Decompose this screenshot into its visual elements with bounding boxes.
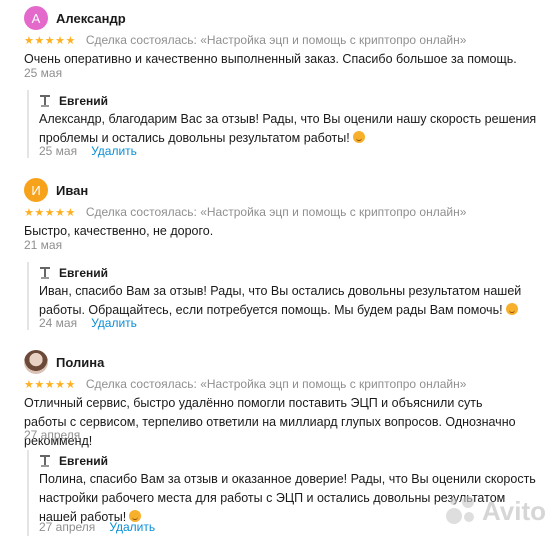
seller-logo-icon	[40, 455, 50, 467]
reply-text: Александр, благодарим Вас за отзыв! Рады…	[39, 110, 539, 148]
deal-status: Сделка состоялась: «Настройка эцп и помо…	[85, 33, 467, 47]
review-text: Очень оперативно и качественно выполненн…	[24, 52, 517, 66]
review-text: Отличный сервис, быстро удалённо помогли…	[24, 396, 516, 448]
review-author[interactable]: Полина	[56, 355, 104, 370]
reply-text: Иван, спасибо Вам за отзыв! Рады, что Вы…	[39, 282, 539, 320]
reply-footer: 27 апреля Удалить	[39, 520, 155, 534]
reply-header: Евгений	[39, 94, 108, 108]
seller-reply: Евгений Иван, спасибо Вам за отзыв! Рады…	[27, 262, 549, 330]
reply-footer: 24 мая Удалить	[39, 316, 137, 330]
watermark-text: Avito	[481, 495, 546, 526]
review-card: И Иван ★★★★★ Сделка состоялась: «Настрой…	[0, 178, 560, 338]
reply-date: 24 мая	[39, 316, 78, 330]
review-date: 25 мая	[24, 66, 63, 80]
reply-author: Евгений	[59, 266, 109, 280]
avatar[interactable]: А	[24, 6, 48, 30]
delete-reply-link[interactable]: Удалить	[91, 316, 137, 330]
seller-reply: Евгений Александр, благодарим Вас за отз…	[27, 90, 549, 158]
review-header: И Иван	[24, 178, 88, 202]
seller-logo-icon	[40, 95, 50, 107]
deal-status: Сделка состоялась: «Настройка эцп и помо…	[85, 377, 467, 391]
rating-stars: ★★★★★	[24, 34, 76, 47]
review-date: 27 апреля	[24, 428, 81, 442]
reply-date: 25 мая	[39, 144, 78, 158]
seller-logo-icon	[40, 267, 50, 279]
avatar[interactable]	[24, 350, 48, 374]
review-meta: ★★★★★ Сделка состоялась: «Настройка эцп …	[24, 204, 466, 220]
delete-reply-link[interactable]: Удалить	[91, 144, 137, 158]
reply-header: Евгений	[39, 266, 108, 280]
reply-text-content: Александр, благодарим Вас за отзыв! Рады…	[39, 112, 537, 145]
review-meta: ★★★★★ Сделка состоялась: «Настройка эцп …	[24, 376, 466, 392]
avatar[interactable]: И	[24, 178, 48, 202]
delete-reply-link[interactable]: Удалить	[109, 520, 155, 534]
reply-text-content: Иван, спасибо Вам за отзыв! Рады, что Вы…	[39, 284, 522, 317]
reply-header: Евгений	[39, 454, 108, 468]
reply-author: Евгений	[59, 94, 109, 108]
reply-footer: 25 мая Удалить	[39, 144, 137, 158]
smile-emoji-icon	[505, 303, 518, 315]
rating-stars: ★★★★★	[24, 206, 76, 219]
reply-date: 27 апреля	[39, 520, 96, 534]
review-card: А Александр ★★★★★ Сделка состоялась: «На…	[0, 6, 560, 166]
review-author[interactable]: Александр	[56, 11, 126, 26]
review-author[interactable]: Иван	[56, 183, 88, 198]
avito-watermark: Avito	[444, 494, 546, 528]
review-date: 21 мая	[24, 238, 63, 252]
review-header: А Александр	[24, 6, 126, 30]
avito-logo-icon	[444, 494, 478, 528]
deal-status: Сделка состоялась: «Настройка эцп и помо…	[85, 205, 467, 219]
review-header: Полина	[24, 350, 104, 374]
smile-emoji-icon	[352, 131, 365, 143]
review-meta: ★★★★★ Сделка состоялась: «Настройка эцп …	[24, 32, 466, 48]
rating-stars: ★★★★★	[24, 378, 76, 391]
reply-author: Евгений	[59, 454, 109, 468]
review-text: Быстро, качественно, не дорого.	[24, 224, 214, 238]
